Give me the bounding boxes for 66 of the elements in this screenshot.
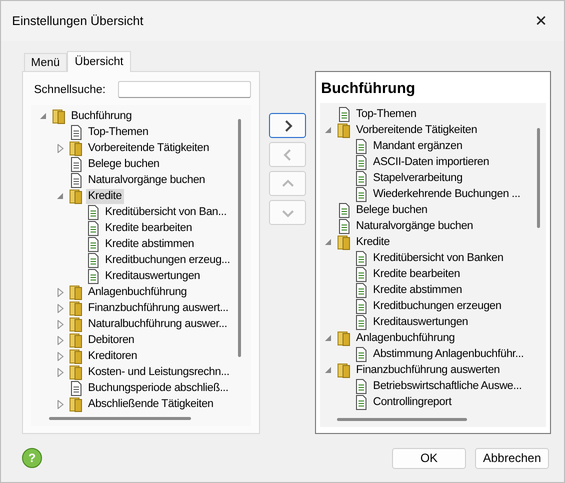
tree-item[interactable]: Kreditauswertungen [103,268,202,284]
tree-item[interactable]: Kreditübersicht von Ban... [103,204,229,220]
tree-item[interactable]: Kredite [86,188,124,204]
tab[interactable]: Menü [24,53,67,71]
vertical-scrollbar[interactable] [238,119,241,357]
expanded-arrow-icon[interactable] [324,366,333,374]
collapsed-arrow-icon[interactable] [56,336,65,344]
tree-item[interactable]: Belege buchen [354,202,430,218]
collapsed-arrow-icon[interactable] [56,304,65,312]
expanded-arrow-icon[interactable] [324,238,333,246]
tree-item[interactable]: Buchungsperiode abschließ... [86,380,230,396]
collapsed-arrow-icon[interactable] [56,368,65,376]
tree-item[interactable]: Kredite abstimmen [371,282,464,298]
tree-item[interactable]: Naturalvorgänge buchen [354,218,476,234]
window-title: Einstellungen Übersicht [12,14,144,28]
expanded-arrow-icon[interactable] [56,192,65,200]
panel-title: Buchführung [320,79,416,99]
ok-button[interactable]: OK [392,448,466,468]
tree-item[interactable]: Finanzbuchführung auswert... [86,300,230,316]
expanded-arrow-icon[interactable] [324,334,333,342]
tree-item[interactable]: Kredite abstimmen [103,236,196,252]
tree-item[interactable]: Kreditbuchungen erzeug... [103,252,232,268]
tree-item[interactable]: Kredite bearbeiten [103,220,194,236]
horizontal-scrollbar[interactable] [337,418,467,421]
tree-item[interactable]: Abschließende Tätigkeiten [86,396,216,412]
expanded-arrow-icon[interactable] [39,112,48,120]
collapsed-arrow-icon[interactable] [56,400,65,408]
tree-item[interactable]: Naturalvorgänge buchen [86,172,208,188]
horizontal-scrollbar[interactable] [49,417,191,420]
collapsed-arrow-icon[interactable] [56,320,65,328]
cancel-button[interactable]: Abbrechen [475,448,549,468]
tree-item[interactable]: Abstimmung Anlagenbuchführ... [371,346,526,362]
tree-item[interactable]: Kosten- und Leistungsrechn... [86,364,232,380]
collapsed-arrow-icon[interactable] [56,352,65,360]
expanded-arrow-icon[interactable] [324,126,333,134]
tree-item[interactable]: Vorbereitende Tätigkeiten [354,122,480,138]
tree-item[interactable]: Kreditoren [86,348,140,364]
tree-item[interactable]: Top-Themen [86,124,150,140]
tree-item[interactable]: Buchführung [69,108,134,124]
move-right-button[interactable] [269,113,306,138]
tab[interactable]: Übersicht [66,51,132,72]
tree-item[interactable]: Naturalbuchführung auswer... [86,316,230,332]
tree-item[interactable]: Kreditbuchungen erzeugen [371,298,504,314]
search-field[interactable] [118,81,251,98]
tree-item[interactable]: Finanzbuchführung auswerten [354,362,502,378]
tree-item[interactable]: Anlagenbuchführung [354,330,457,346]
tree-item[interactable]: Mandant ergänzen [371,138,464,154]
tree-item[interactable]: Top-Themen [354,106,418,122]
collapsed-arrow-icon[interactable] [56,288,65,296]
tree-item[interactable]: Controllingreport [371,394,454,410]
tree-item[interactable]: Wiederkehrende Buchungen ... [371,186,522,202]
tree-item[interactable]: Debitoren [86,332,136,348]
tree-item[interactable]: Kredite [354,234,392,250]
collapsed-arrow-icon[interactable] [56,144,65,152]
tree-item[interactable]: Anlagenbuchführung [86,284,189,300]
tree-item[interactable]: Kredite bearbeiten [371,266,462,282]
tree-item[interactable]: Kreditauswertungen [371,314,470,330]
close-button[interactable]: ✕ [518,1,564,41]
search-label: Schnellsuche: [34,84,106,96]
tree-item[interactable]: Belege buchen [86,156,162,172]
tree-item[interactable]: Vorbereitende Tätigkeiten [86,140,212,156]
tree-item[interactable]: Kreditübersicht von Banken [371,250,506,266]
tree-item[interactable]: Betriebswirtschaftliche Auswe... [371,378,524,394]
tree-item[interactable]: ASCII-Daten importieren [371,154,492,170]
tree-item[interactable]: Stapelverarbeitung [371,170,464,186]
vertical-scrollbar[interactable] [537,128,540,228]
